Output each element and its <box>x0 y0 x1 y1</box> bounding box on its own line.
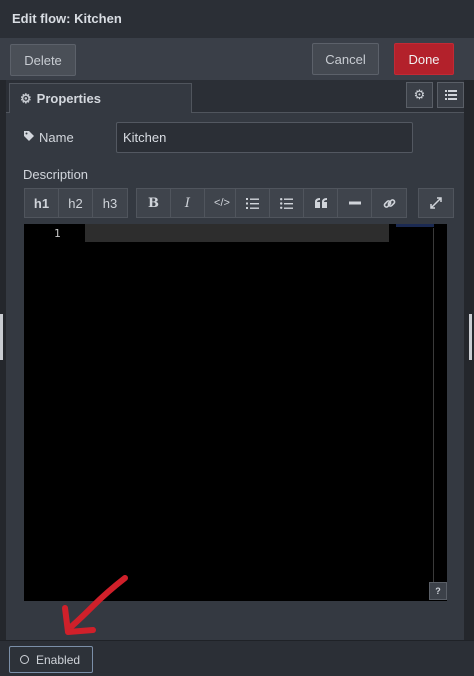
tab-properties-label: Properties <box>36 91 101 106</box>
ordered-list-icon <box>246 197 259 209</box>
code-button[interactable]: </> <box>205 189 239 217</box>
right-edge <box>464 80 474 640</box>
block-button-group <box>235 188 407 218</box>
resize-handle-right[interactable] <box>469 314 472 360</box>
italic-button[interactable]: I <box>171 189 205 217</box>
description-label: Description <box>23 167 89 182</box>
link-button[interactable] <box>372 189 406 217</box>
editor-active-line <box>85 224 389 242</box>
enabled-label: Enabled <box>36 652 81 667</box>
ordered-list-button[interactable] <box>236 189 270 217</box>
link-icon <box>383 198 395 208</box>
heading-button-group: h1 h2 h3 <box>24 188 128 218</box>
list-icon <box>444 90 457 100</box>
radio-icon <box>20 655 29 664</box>
expand-icon <box>430 197 442 209</box>
enabled-toggle[interactable]: Enabled <box>9 646 93 673</box>
quote-icon <box>314 198 327 208</box>
format-button-group: B I </> <box>136 188 240 218</box>
resize-handle-left[interactable] <box>0 314 3 360</box>
bold-button[interactable]: B <box>137 189 171 217</box>
h2-button[interactable]: h2 <box>59 189 93 217</box>
tab-bar: ⚙ Properties ⚙ <box>6 80 464 113</box>
cog-icon: ⚙ <box>413 87 426 102</box>
info-tab-button[interactable] <box>437 82 464 108</box>
cancel-button[interactable]: Cancel <box>312 43 379 75</box>
line-number: 1 <box>54 227 61 240</box>
h1-button[interactable]: h1 <box>25 189 59 217</box>
tag-icon <box>23 130 35 145</box>
editor-scrollbar[interactable] <box>433 228 448 600</box>
tab-properties[interactable]: ⚙ Properties <box>9 83 192 113</box>
settings-tab-button[interactable]: ⚙ <box>406 82 433 108</box>
name-input[interactable] <box>116 122 413 153</box>
expand-button-group <box>418 188 454 218</box>
annotation-arrow-icon <box>62 575 128 635</box>
tray-toolbar: Delete Cancel Done <box>0 38 474 81</box>
quote-button[interactable] <box>304 189 338 217</box>
editor-scroll-indicator <box>396 224 434 227</box>
delete-button[interactable]: Delete <box>10 44 76 76</box>
tray-header: Edit flow: Kitchen <box>0 0 474 39</box>
horizontal-rule-button[interactable] <box>338 189 372 217</box>
unordered-list-icon <box>280 197 293 209</box>
cog-icon: ⚙ <box>20 90 32 106</box>
done-button[interactable]: Done <box>394 43 454 75</box>
expand-editor-button[interactable] <box>419 189 453 217</box>
description-editor[interactable] <box>24 224 447 601</box>
name-label: Name <box>23 130 74 145</box>
name-label-text: Name <box>39 130 74 145</box>
horizontal-rule-icon <box>348 201 361 205</box>
help-button[interactable]: ? <box>429 582 447 600</box>
unordered-list-button[interactable] <box>270 189 304 217</box>
h3-button[interactable]: h3 <box>93 189 127 217</box>
tray-footer: Enabled <box>0 640 474 676</box>
tray-title: Edit flow: Kitchen <box>12 11 122 26</box>
